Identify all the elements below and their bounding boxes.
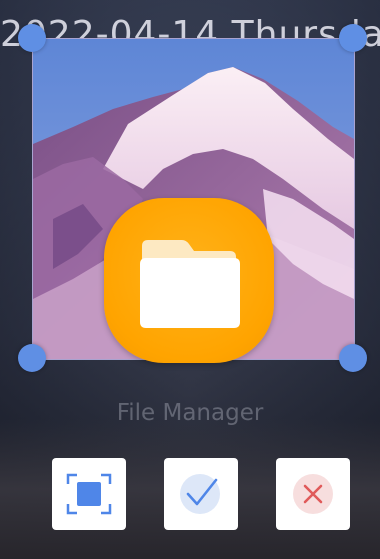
crop-frame-icon — [66, 473, 112, 515]
confirm-button[interactable] — [164, 458, 238, 530]
check-icon — [180, 474, 220, 514]
close-icon — [293, 474, 333, 514]
fit-crop-button[interactable] — [52, 458, 126, 530]
crop-handle-top-left[interactable] — [18, 24, 46, 52]
app-label: File Manager — [116, 400, 264, 426]
crop-handle-top-right[interactable] — [339, 24, 367, 52]
folder-icon — [140, 240, 240, 328]
crop-handle-bottom-right[interactable] — [339, 344, 367, 372]
file-manager-app-icon[interactable] — [104, 198, 274, 363]
cancel-button[interactable] — [276, 458, 350, 530]
crop-handle-bottom-left[interactable] — [18, 344, 46, 372]
screenshot-screen: 2022-04-14 Thursday File Manager — [0, 0, 380, 559]
